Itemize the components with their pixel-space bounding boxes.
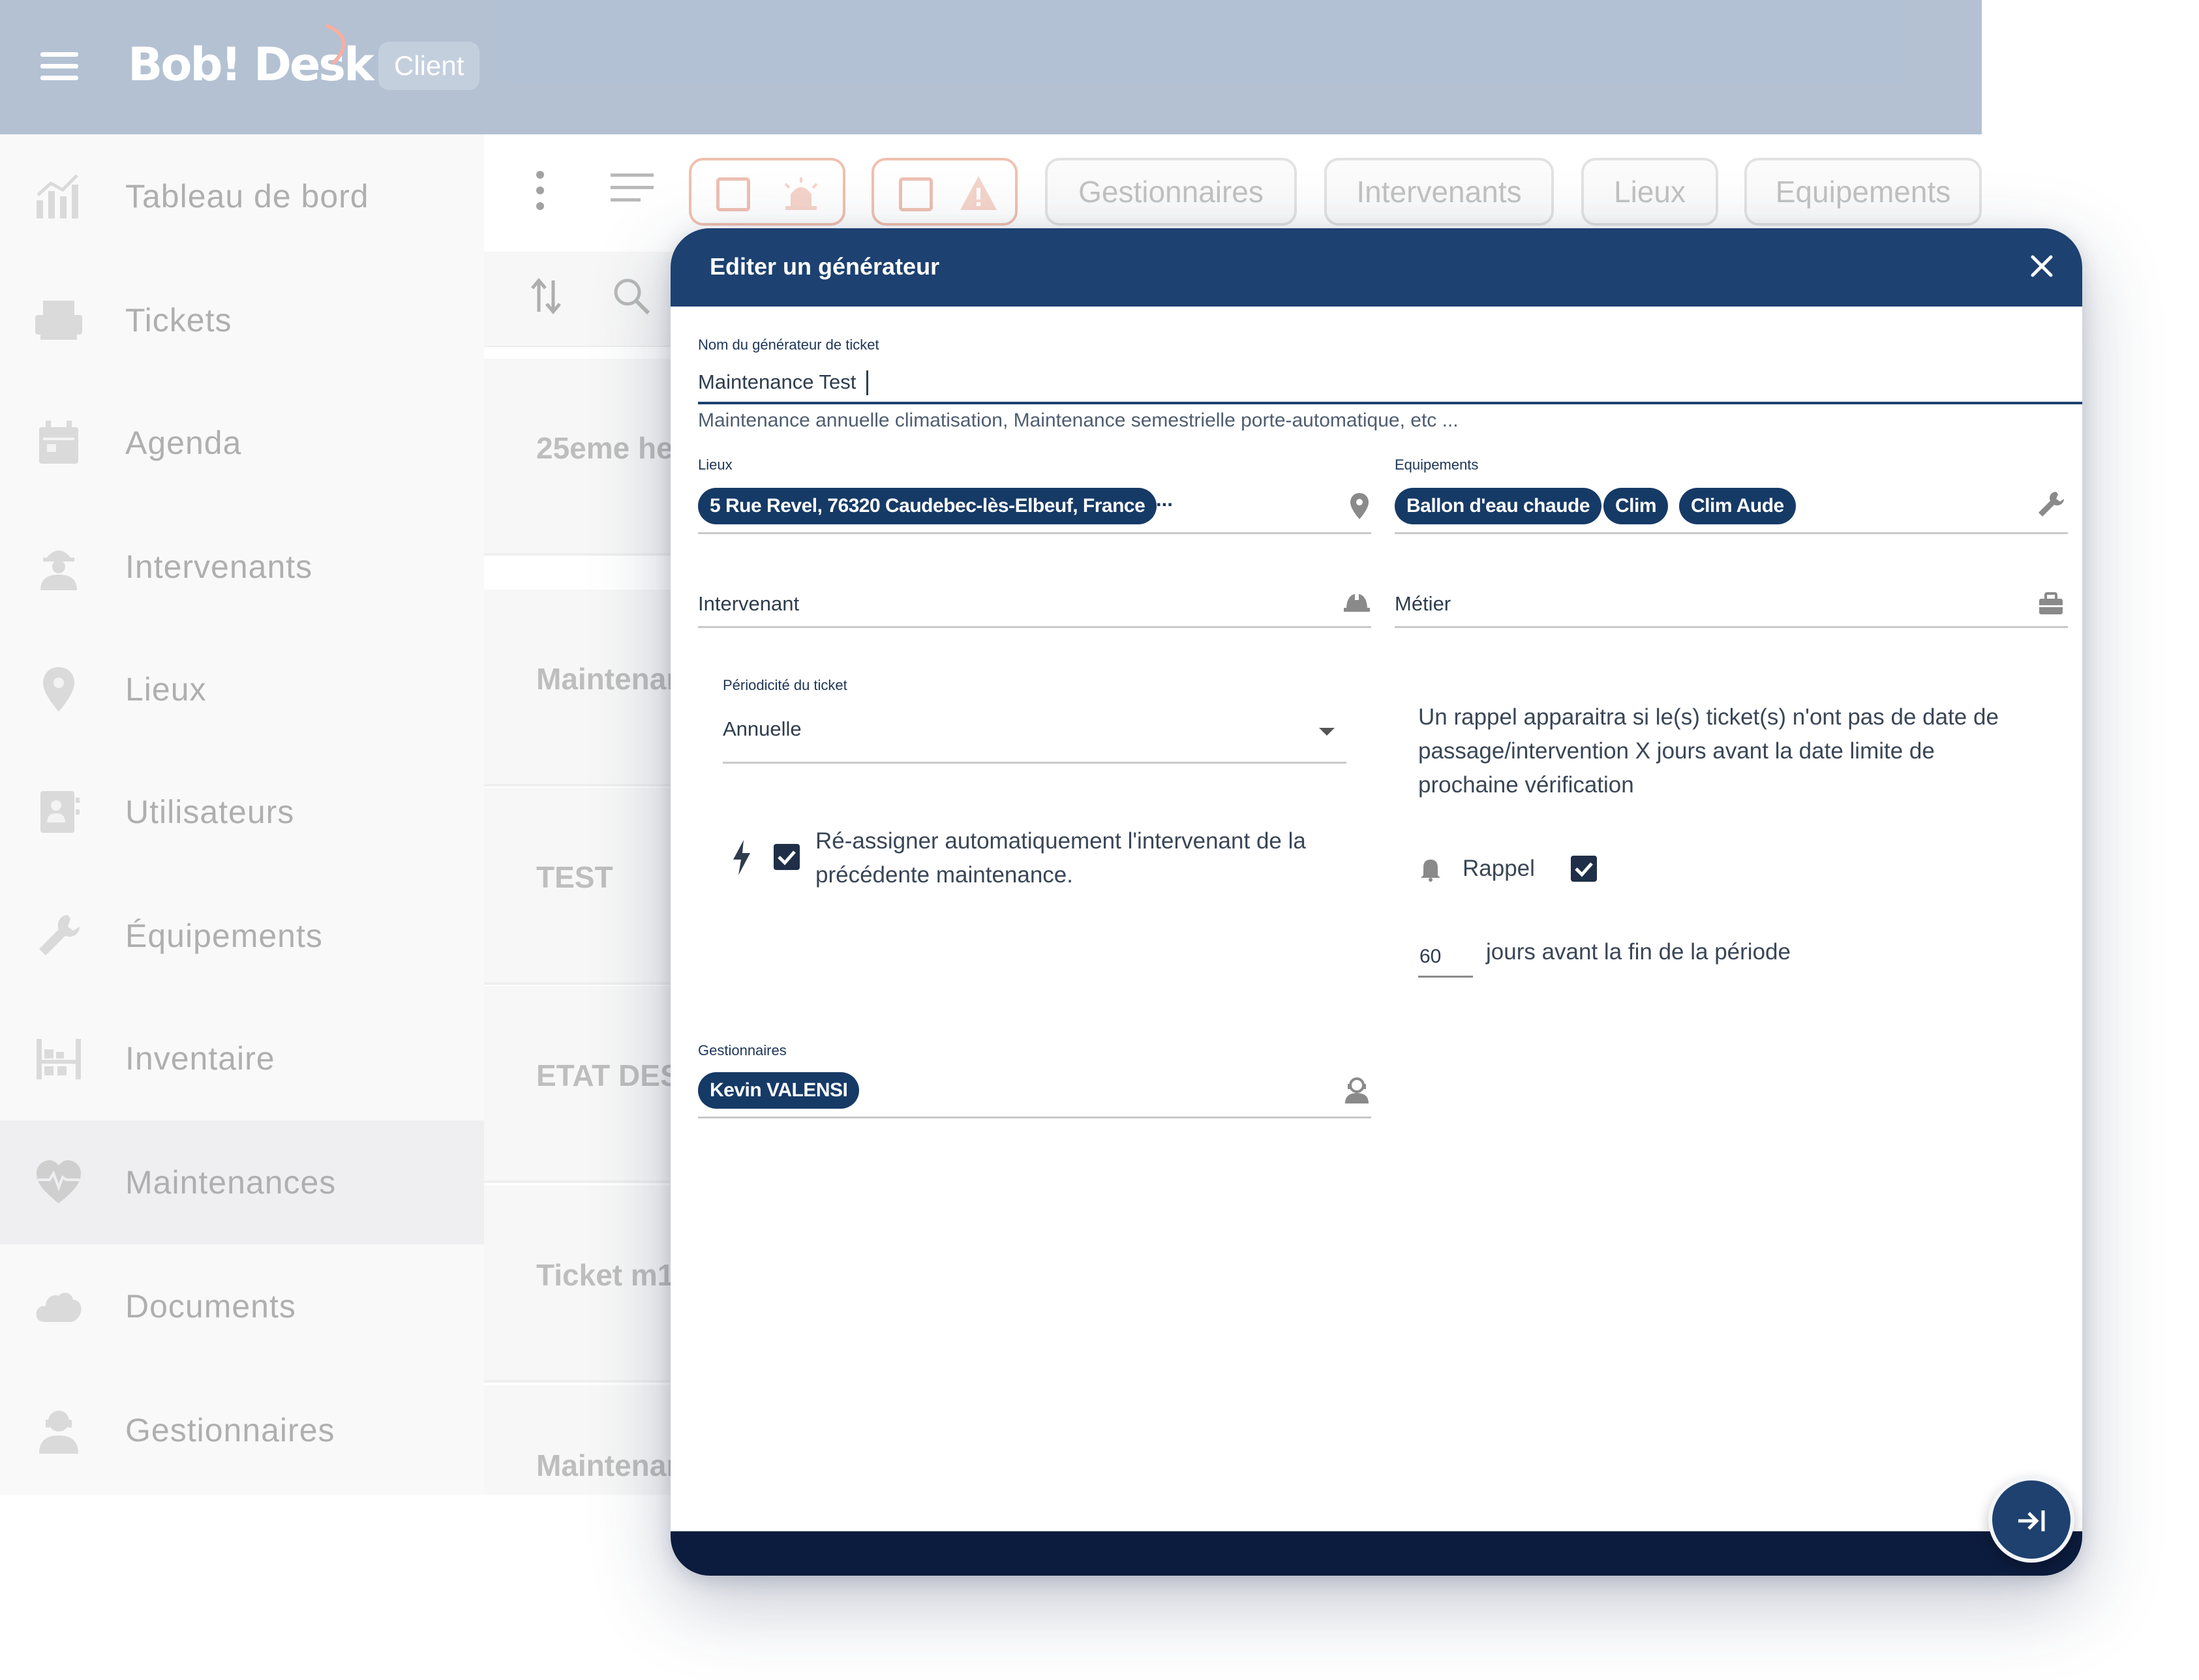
intervenant-underline (698, 626, 1371, 628)
equipements-label: Equipements (1395, 457, 1479, 473)
name-field-underline (698, 402, 2082, 404)
edit-generator-dialog: Editer un générateur Nom du générateur d… (671, 228, 2082, 1576)
metier-underline (1395, 626, 2068, 628)
rappel-label: Rappel (1463, 856, 1535, 881)
hard-hat-icon (1344, 592, 1370, 612)
arrow-right-to-line-icon (2018, 1510, 2045, 1531)
reminder-info-text: Un rappel apparaitra si le(s) ticket(s) … (1418, 700, 1999, 802)
close-icon[interactable] (2029, 253, 2055, 279)
metier-input[interactable]: Métier (1395, 592, 1451, 616)
name-field-hint: Maintenance annuelle climatisation, Main… (698, 410, 1459, 431)
equipement-chip[interactable]: Clim (1603, 488, 1669, 524)
bell-icon (1421, 860, 1440, 882)
periodicite-underline (723, 762, 1346, 764)
reassign-label-line: Ré-assigner automatiquement l'intervenan… (815, 828, 1306, 854)
toolbox-icon (2039, 592, 2063, 614)
wrench-icon[interactable] (2037, 490, 2065, 519)
periodicite-label: Périodicité du ticket (723, 677, 847, 693)
reminder-days-underline (1418, 976, 1473, 978)
reminder-info-line: prochaine vérification (1418, 772, 1634, 798)
lieux-label: Lieux (698, 457, 733, 473)
location-pin-icon[interactable] (1345, 492, 1374, 520)
gestionnaire-chip[interactable]: Kevin VALENSI (698, 1072, 860, 1109)
rappel-checkbox[interactable] (1571, 856, 1597, 882)
periodicite-select[interactable]: Annuelle (723, 717, 802, 741)
generator-name-input[interactable]: Maintenance Test (698, 370, 856, 394)
reassign-label: Ré-assigner automatiquement l'intervenan… (815, 824, 1306, 892)
lieux-more-indicator: ... (1156, 488, 1173, 511)
reassign-checkbox[interactable] (774, 844, 800, 870)
lightning-icon (733, 840, 750, 875)
text-cursor (866, 370, 868, 395)
reminder-days-input[interactable]: 60 (1419, 946, 1441, 968)
dialog-footer (671, 1531, 2082, 1576)
equipements-underline (1395, 532, 2068, 534)
gestionnaires-underline (698, 1117, 1371, 1118)
dialog-title: Editer un générateur (710, 253, 940, 280)
gestionnaires-label: Gestionnaires (698, 1042, 787, 1058)
intervenant-input[interactable]: Intervenant (698, 592, 799, 616)
manager-icon (1345, 1077, 1369, 1103)
chevron-down-icon[interactable] (1319, 728, 1335, 736)
name-field-label: Nom du générateur de ticket (698, 337, 879, 353)
dialog-header: Editer un générateur (671, 228, 2082, 307)
reassign-label-line: précédente maintenance. (815, 862, 1073, 888)
reminder-days-suffix: jours avant la fin de la période (1486, 939, 1791, 965)
reminder-info-line: passage/intervention X jours avant la da… (1418, 738, 1935, 764)
lieu-chip[interactable]: 5 Rue Revel, 76320 Caudebec-lès-Elbeuf, … (698, 488, 1157, 524)
submit-fab-button[interactable] (1988, 1477, 2074, 1563)
equipement-chip[interactable]: Ballon d'eau chaude (1395, 488, 1602, 524)
equipement-chip[interactable]: Clim Aude (1679, 488, 1796, 524)
lieux-underline (698, 532, 1371, 534)
reminder-info-line: Un rappel apparaitra si le(s) ticket(s) … (1418, 704, 1999, 730)
